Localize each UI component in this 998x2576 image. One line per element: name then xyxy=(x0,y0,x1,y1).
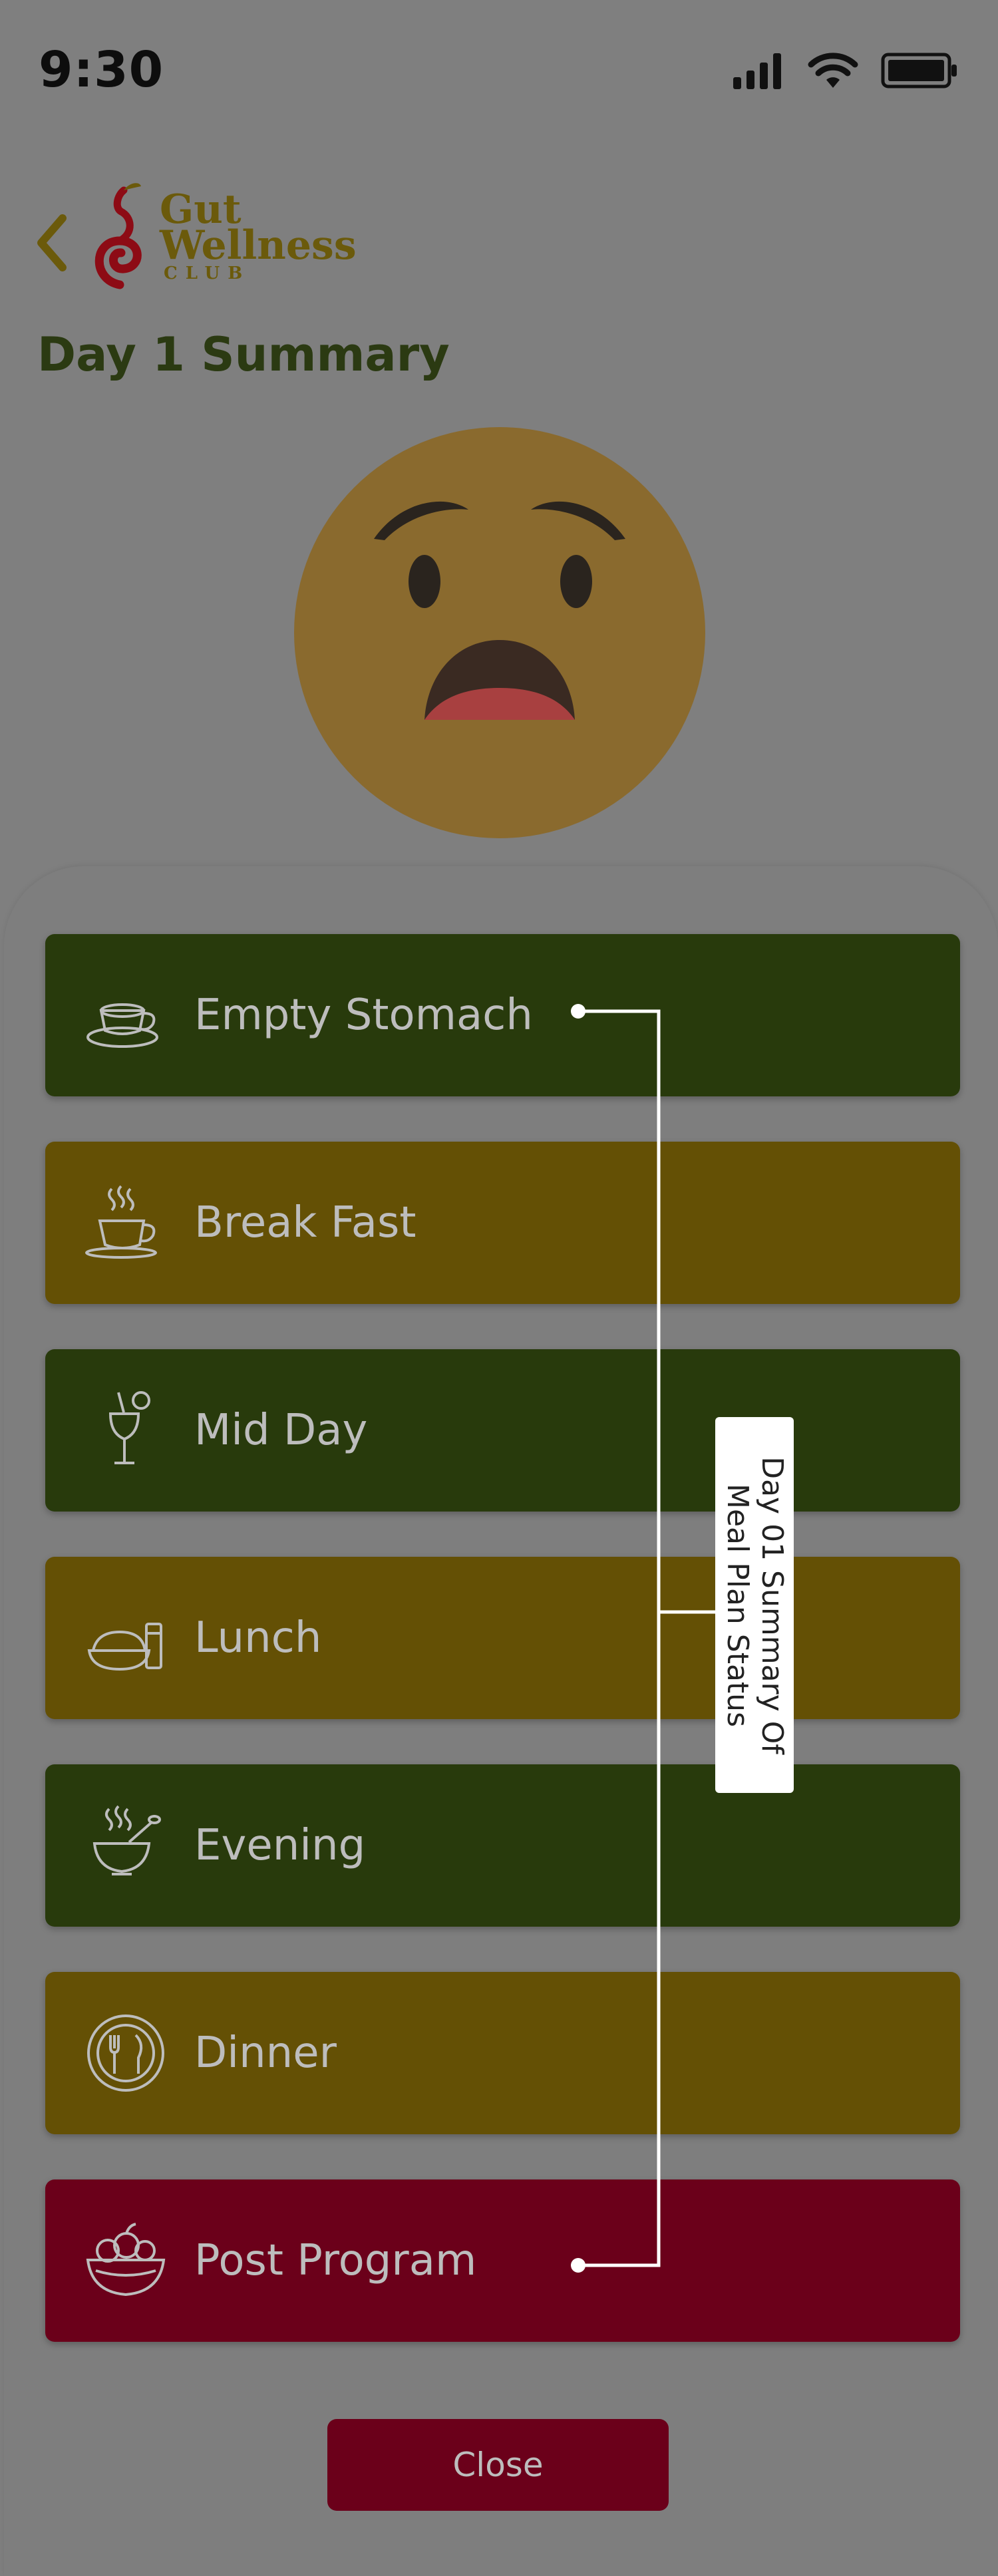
meal-label: Post Program xyxy=(194,2236,477,2285)
meal-label: Dinner xyxy=(194,2028,337,2078)
logo-line-2: Wellness xyxy=(160,222,357,269)
meal-row-empty-stomach[interactable]: Empty Stomach xyxy=(45,934,960,1096)
meal-row-lunch[interactable]: Lunch xyxy=(45,1557,960,1719)
soup-bowl-icon xyxy=(92,1805,161,1875)
meal-label: Break Fast xyxy=(194,1198,416,1247)
battery-icon xyxy=(881,53,957,88)
fruit-bowl-icon xyxy=(86,2223,166,2297)
page-title: Day 1 Summary xyxy=(37,327,450,382)
annotation-text: Day 01 Summary Of Meal Plan Status xyxy=(721,1456,789,1754)
meal-row-dinner[interactable]: Dinner xyxy=(45,1972,960,2134)
cellular-signal-icon xyxy=(733,53,781,89)
meal-label: Lunch xyxy=(194,1613,322,1663)
meal-label: Empty Stomach xyxy=(194,991,533,1040)
status-icons xyxy=(732,52,958,89)
back-button[interactable] xyxy=(35,213,68,275)
status-time: 9:30 xyxy=(39,41,164,98)
close-button[interactable]: Close xyxy=(327,2419,669,2511)
plate-cutlery-icon xyxy=(87,2014,164,2092)
meal-row-evening[interactable]: Evening xyxy=(45,1764,960,1927)
meal-label: Evening xyxy=(194,1821,366,1870)
meal-row-post-program[interactable]: Post Program xyxy=(45,2179,960,2342)
meal-row-mid-day[interactable]: Mid Day xyxy=(45,1349,960,1512)
rice-bowl-icon xyxy=(87,1623,162,1671)
meal-label: Mid Day xyxy=(194,1406,368,1455)
chevron-left-icon xyxy=(37,214,67,271)
meal-row-break-fast[interactable]: Break Fast xyxy=(45,1142,960,1304)
juice-glass-icon xyxy=(108,1391,150,1464)
tea-cup-icon xyxy=(86,1003,158,1048)
anguished-face-icon xyxy=(294,427,705,838)
wifi-icon xyxy=(808,53,858,88)
annotation-callout: Day 01 Summary Of Meal Plan Status xyxy=(715,1417,794,1793)
logo-wordmark: Gut Wellness CLUB xyxy=(160,190,357,282)
hot-drink-icon xyxy=(85,1185,157,1259)
